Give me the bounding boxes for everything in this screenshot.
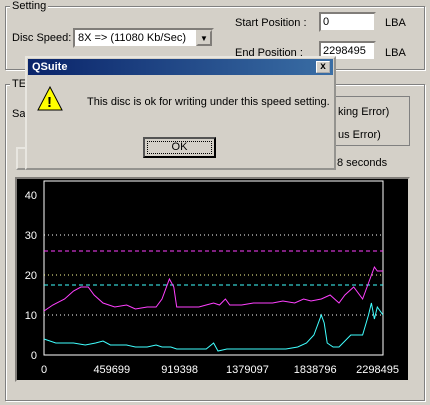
plot-border: [43, 180, 384, 356]
disc-speed-label: Disc Speed:: [12, 32, 72, 44]
elapsed-seconds: 8 seconds: [337, 157, 388, 169]
qsuite-dialog: QSuite x ! This disc is ok for writing u…: [25, 56, 336, 170]
error-type-text-2: us Error): [338, 129, 381, 141]
chevron-down-icon[interactable]: ▼: [196, 30, 212, 46]
setting-group-title: Setting: [10, 0, 49, 12]
disc-speed-select[interactable]: 8X => (11080 Kb/Sec) ▼: [73, 28, 214, 48]
sample-label: Sa: [12, 108, 26, 120]
close-glyph: x: [320, 61, 326, 72]
y-tick-label: 0: [31, 350, 37, 362]
x-tick-label: 1838796: [294, 364, 337, 376]
error-rate-chart: 0 10 20 30 40 0 459699 919398 1379097 1838796 2298…: [15, 177, 410, 382]
warning-glyph: !: [47, 94, 52, 111]
error-type-text-1: king Error): [338, 106, 390, 118]
x-tick-label: 1379097: [226, 364, 269, 376]
y-tick-label: 30: [25, 230, 37, 242]
dialog-message: This disc is ok for writing under this s…: [87, 96, 330, 108]
start-position-input[interactable]: 0: [319, 12, 376, 32]
ok-label: OK: [171, 141, 188, 153]
x-tick-label: 919398: [161, 364, 198, 376]
start-position-value: 0: [323, 16, 330, 28]
qsuite-window: { "setting": { "title": "Setting", "disc…: [0, 0, 430, 405]
series-line: [43, 265, 383, 312]
y-tick-label: 10: [25, 310, 37, 322]
x-tick-label: 0: [41, 364, 47, 376]
dialog-titlebar[interactable]: QSuite x: [28, 59, 333, 75]
close-icon[interactable]: x: [316, 61, 330, 73]
y-tick-label: 40: [25, 190, 37, 202]
x-tick-label: 2298495: [356, 364, 399, 376]
series-line: [43, 302, 384, 352]
y-tick-label: 20: [25, 270, 37, 282]
start-lba-label: LBA: [385, 17, 406, 29]
x-tick-label: 459699: [93, 364, 130, 376]
end-lba-label: LBA: [385, 47, 406, 59]
ok-button[interactable]: OK: [143, 137, 216, 158]
start-position-label: Start Position :: [235, 17, 307, 29]
dialog-title: QSuite: [32, 61, 68, 73]
chart-svg: 0 10 20 30 40 0 459699 919398 1379097 1838796 2298…: [25, 180, 399, 376]
disc-speed-value: 8X => (11080 Kb/Sec): [78, 32, 187, 44]
